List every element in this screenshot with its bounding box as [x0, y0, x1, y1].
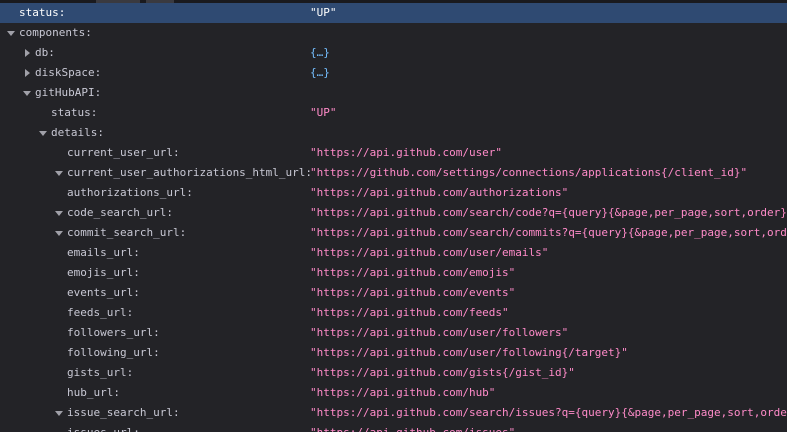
tree-row[interactable]: db: {…} — [0, 43, 787, 63]
tree-row[interactable]: gists_url: "https://api.github.com/gists{… — [0, 363, 787, 383]
tree-row[interactable]: followers_url: "https://api.github.com/us… — [0, 323, 787, 343]
tree-string-value: "https://api.github.com/events" — [310, 286, 516, 299]
tree-row[interactable]: issue_search_url: "https://api.github.com… — [0, 403, 787, 423]
tree-key: diskSpace: — [35, 66, 102, 79]
expanded-arrow-icon[interactable] — [21, 83, 33, 103]
tree-key: issues_url: — [67, 423, 140, 432]
tree-key: status: — [19, 6, 66, 19]
expanded-arrow-icon[interactable] — [53, 403, 65, 423]
tree-string-value: "https://api.github.com/authorizations" — [310, 186, 569, 199]
tree-key: emojis_url: — [67, 266, 140, 279]
tree-key: followers_url: — [67, 326, 160, 339]
tree-row[interactable]: authorizations_url: "https://api.github.c… — [0, 183, 787, 203]
tree-key: events_url: — [67, 286, 140, 299]
tree-row[interactable]: issues_url: "https://api.github.com/issue… — [0, 423, 787, 432]
tree-row[interactable]: emojis_url: "https://api.github.com/emoji… — [0, 263, 787, 283]
tree-object-value: {…} — [310, 66, 330, 79]
tree-string-value: "https://api.github.com/search/code?q={q… — [310, 206, 787, 219]
tree-string-value: "https://api.github.com/user/following{/… — [310, 346, 628, 359]
tree-row[interactable]: current_user_authorizations_html_url: "ht… — [0, 163, 787, 183]
collapsed-arrow-icon[interactable] — [21, 63, 33, 83]
tree-string-value: "https://api.github.com/gists{/gist_id}" — [310, 366, 575, 379]
tree-key: commit_search_url: — [67, 226, 187, 239]
tree-row[interactable]: feeds_url: "https://api.github.com/feeds" — [0, 303, 787, 323]
tree-key: status: — [51, 106, 98, 119]
tree-string-value: "https://api.github.com/hub" — [310, 386, 496, 399]
tree-object-value: {…} — [310, 46, 330, 59]
tree-key: following_url: — [67, 346, 160, 359]
tree-row[interactable]: commit_search_url: "https://api.github.co… — [0, 223, 787, 243]
tree-row[interactable]: following_url: "https://api.github.com/us… — [0, 343, 787, 363]
tree-row[interactable]: status: "UP" — [0, 103, 787, 123]
tree-key: db: — [35, 46, 55, 59]
tree-row[interactable]: hub_url: "https://api.github.com/hub" — [0, 383, 787, 403]
tree-key: authorizations_url: — [67, 186, 193, 199]
expanded-arrow-icon[interactable] — [53, 223, 65, 243]
tree-key: emails_url: — [67, 246, 140, 259]
tree-string-value: "https://api.github.com/feeds" — [310, 306, 509, 319]
tree-key: current_user_authorizations_html_url: — [67, 166, 313, 179]
tree-key: components: — [19, 26, 92, 39]
collapsed-arrow-icon[interactable] — [21, 43, 33, 63]
tree-key: issue_search_url: — [67, 406, 180, 419]
tree-key: hub_url: — [67, 386, 120, 399]
tree-row[interactable]: components: — [0, 23, 787, 43]
tree-row[interactable]: gitHubAPI: — [0, 83, 787, 103]
tree-string-value: "https://api.github.com/search/issues?q=… — [310, 406, 787, 419]
tree-string-value: "UP" — [310, 6, 337, 19]
tree-key: gists_url: — [67, 366, 134, 379]
expanded-arrow-icon[interactable] — [53, 203, 65, 223]
tree-key: code_search_url: — [67, 206, 173, 219]
tree-string-value: "https://api.github.com/search/commits?q… — [310, 226, 787, 239]
tree-string-value: "https://api.github.com/user" — [310, 146, 503, 159]
expanded-arrow-icon[interactable] — [53, 163, 65, 183]
tree-row[interactable]: events_url: "https://api.github.com/event… — [0, 283, 787, 303]
json-tree-view: status: "UP" components: db: {…} diskSpace: {…… — [0, 3, 787, 432]
expanded-arrow-icon[interactable] — [37, 123, 49, 143]
tree-string-value: "UP" — [310, 106, 337, 119]
expanded-arrow-icon[interactable] — [5, 23, 17, 43]
tree-row[interactable]: status: "UP" — [0, 3, 787, 23]
tree-row[interactable]: current_user_url: "https://api.github.com… — [0, 143, 787, 163]
tree-string-value: "https://api.github.com/user/emails" — [310, 246, 549, 259]
tree-string-value: "https://api.github.com/issues" — [310, 423, 515, 432]
tree-row[interactable]: details: — [0, 123, 787, 143]
tree-string-value: "https://api.github.com/user/followers" — [310, 326, 569, 339]
tree-key: details: — [51, 126, 104, 139]
tree-key: current_user_url: — [67, 146, 180, 159]
tree-key: feeds_url: — [67, 306, 134, 319]
tree-row[interactable]: diskSpace: {…} — [0, 63, 787, 83]
tree-row[interactable]: emails_url: "https://api.github.com/user/… — [0, 243, 787, 263]
tree-row[interactable]: code_search_url: "https://api.github.com/… — [0, 203, 787, 223]
tree-string-value: "https://api.github.com/emojis" — [310, 266, 516, 279]
tree-string-value: "https://github.com/settings/connections… — [310, 166, 748, 179]
tree-key: gitHubAPI: — [35, 86, 102, 99]
